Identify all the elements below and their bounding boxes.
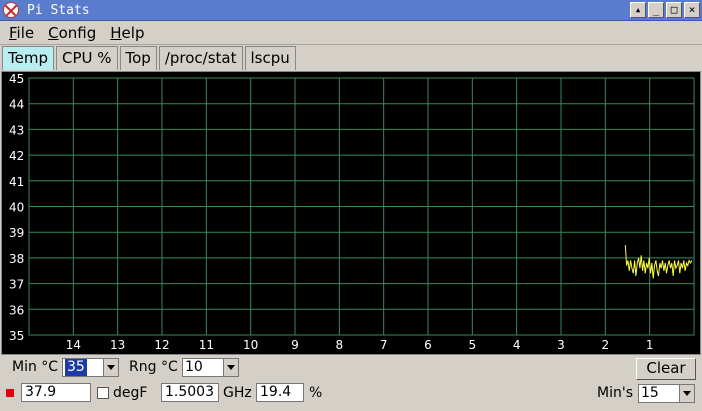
temperature-chart: 45 44 43 42 41 40 39 38 37 36 35 14 13 12 11 10 9 8 7 6 5 4 3 2… [1,71,701,355]
ghz-field[interactable]: 1.5003 [161,383,219,402]
cpu-field[interactable]: 19.4 [256,383,304,402]
app-close-icon[interactable] [3,2,19,18]
min-select[interactable]: 35 [62,358,119,377]
minimize-button[interactable]: _ [648,2,664,18]
y-tick-label: 38 [9,252,24,266]
tab-bar: Temp CPU % Top /proc/stat lscpu [2,46,296,70]
chevron-down-icon[interactable] [103,359,118,376]
x-tick-label: 2 [602,338,610,352]
x-tick-label: 14 [66,338,81,352]
y-tick-label: 36 [9,303,24,317]
x-tick-label: 13 [110,338,125,352]
rng-select-value: 10 [185,359,203,375]
percent-label: % [309,385,323,401]
title-bar[interactable]: Pi Stats ▴ _ □ × [0,0,702,21]
x-tick-label: 4 [513,338,521,352]
min-label: Min °C [12,359,59,375]
status-led-icon [6,389,14,397]
temperature-series-line [624,245,693,279]
mins-label: Min's [597,385,633,401]
x-tick-label: 5 [469,338,477,352]
ghz-label: GHz [223,385,252,401]
y-tick-label: 40 [9,201,24,215]
clear-button[interactable]: Clear [636,358,696,380]
tab-top[interactable]: Top [119,46,157,70]
chevron-down-icon[interactable] [679,385,694,402]
y-tick-label: 45 [9,72,24,86]
y-tick-label: 44 [9,98,24,112]
x-tick-label: 7 [380,338,388,352]
x-tick-label: 10 [243,338,258,352]
menu-help[interactable]: Help [103,24,151,42]
tab-proc-stat[interactable]: /proc/stat [158,46,243,70]
rng-label: Rng °C [129,359,178,375]
x-tick-label: 3 [557,338,565,352]
y-tick-label: 37 [9,278,24,292]
tab-temp[interactable]: Temp [2,46,54,70]
degf-label: degF [113,385,148,401]
y-tick-label: 42 [9,149,24,163]
x-tick-label: 6 [424,338,432,352]
menu-bar: File Config Help [0,21,702,45]
menu-file[interactable]: File [2,24,41,42]
status-row: 37.9 degF 1.5003 GHz 19.4 % Min's 15 [0,381,702,405]
shade-button[interactable]: ▴ [630,2,646,18]
y-tick-label: 35 [9,329,24,343]
y-tick-label: 41 [9,175,24,189]
mins-select[interactable]: 15 [638,384,695,403]
chevron-down-icon[interactable] [223,359,238,376]
y-tick-label: 39 [9,226,24,240]
close-button[interactable]: × [684,2,700,18]
x-tick-label: 11 [199,338,214,352]
y-tick-label: 43 [9,123,24,137]
degf-checkbox[interactable] [97,387,109,399]
x-tick-label: 8 [336,338,344,352]
tab-cpu[interactable]: CPU % [55,46,118,70]
rng-select[interactable]: 10 [182,358,239,377]
temp-field[interactable]: 37.9 [21,383,91,402]
chart-svg: 454443424140393837363514 13 12 11 10 9 8 7 6 5 4 3 2… [9,72,695,352]
min-select-value: 35 [65,359,87,376]
range-controls: Min °C 35 Rng °C 10 Clear [0,357,702,380]
window-title: Pi Stats [27,2,90,18]
tab-lscpu[interactable]: lscpu [244,46,296,70]
maximize-button[interactable]: □ [666,2,682,18]
x-tick-label: 9 [291,338,299,352]
menu-config[interactable]: Config [41,24,103,42]
mins-select-value: 15 [641,385,659,401]
x-tick-label: 12 [154,338,169,352]
x-tick-label: 1 [646,338,654,352]
